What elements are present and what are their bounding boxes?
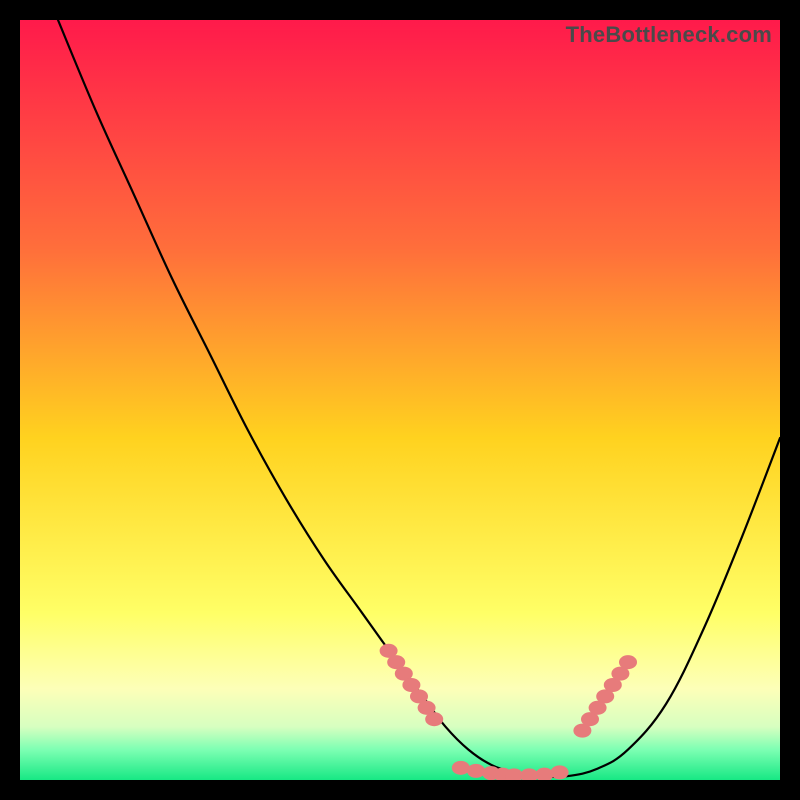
watermark-text: TheBottleneck.com	[566, 22, 772, 48]
bottleneck-chart	[20, 20, 780, 780]
highlight-dot	[452, 761, 470, 775]
chart-frame: TheBottleneck.com	[20, 20, 780, 780]
highlight-dot	[619, 655, 637, 669]
highlight-dot	[425, 712, 443, 726]
highlight-dot	[467, 764, 485, 778]
highlight-dot	[551, 765, 569, 779]
